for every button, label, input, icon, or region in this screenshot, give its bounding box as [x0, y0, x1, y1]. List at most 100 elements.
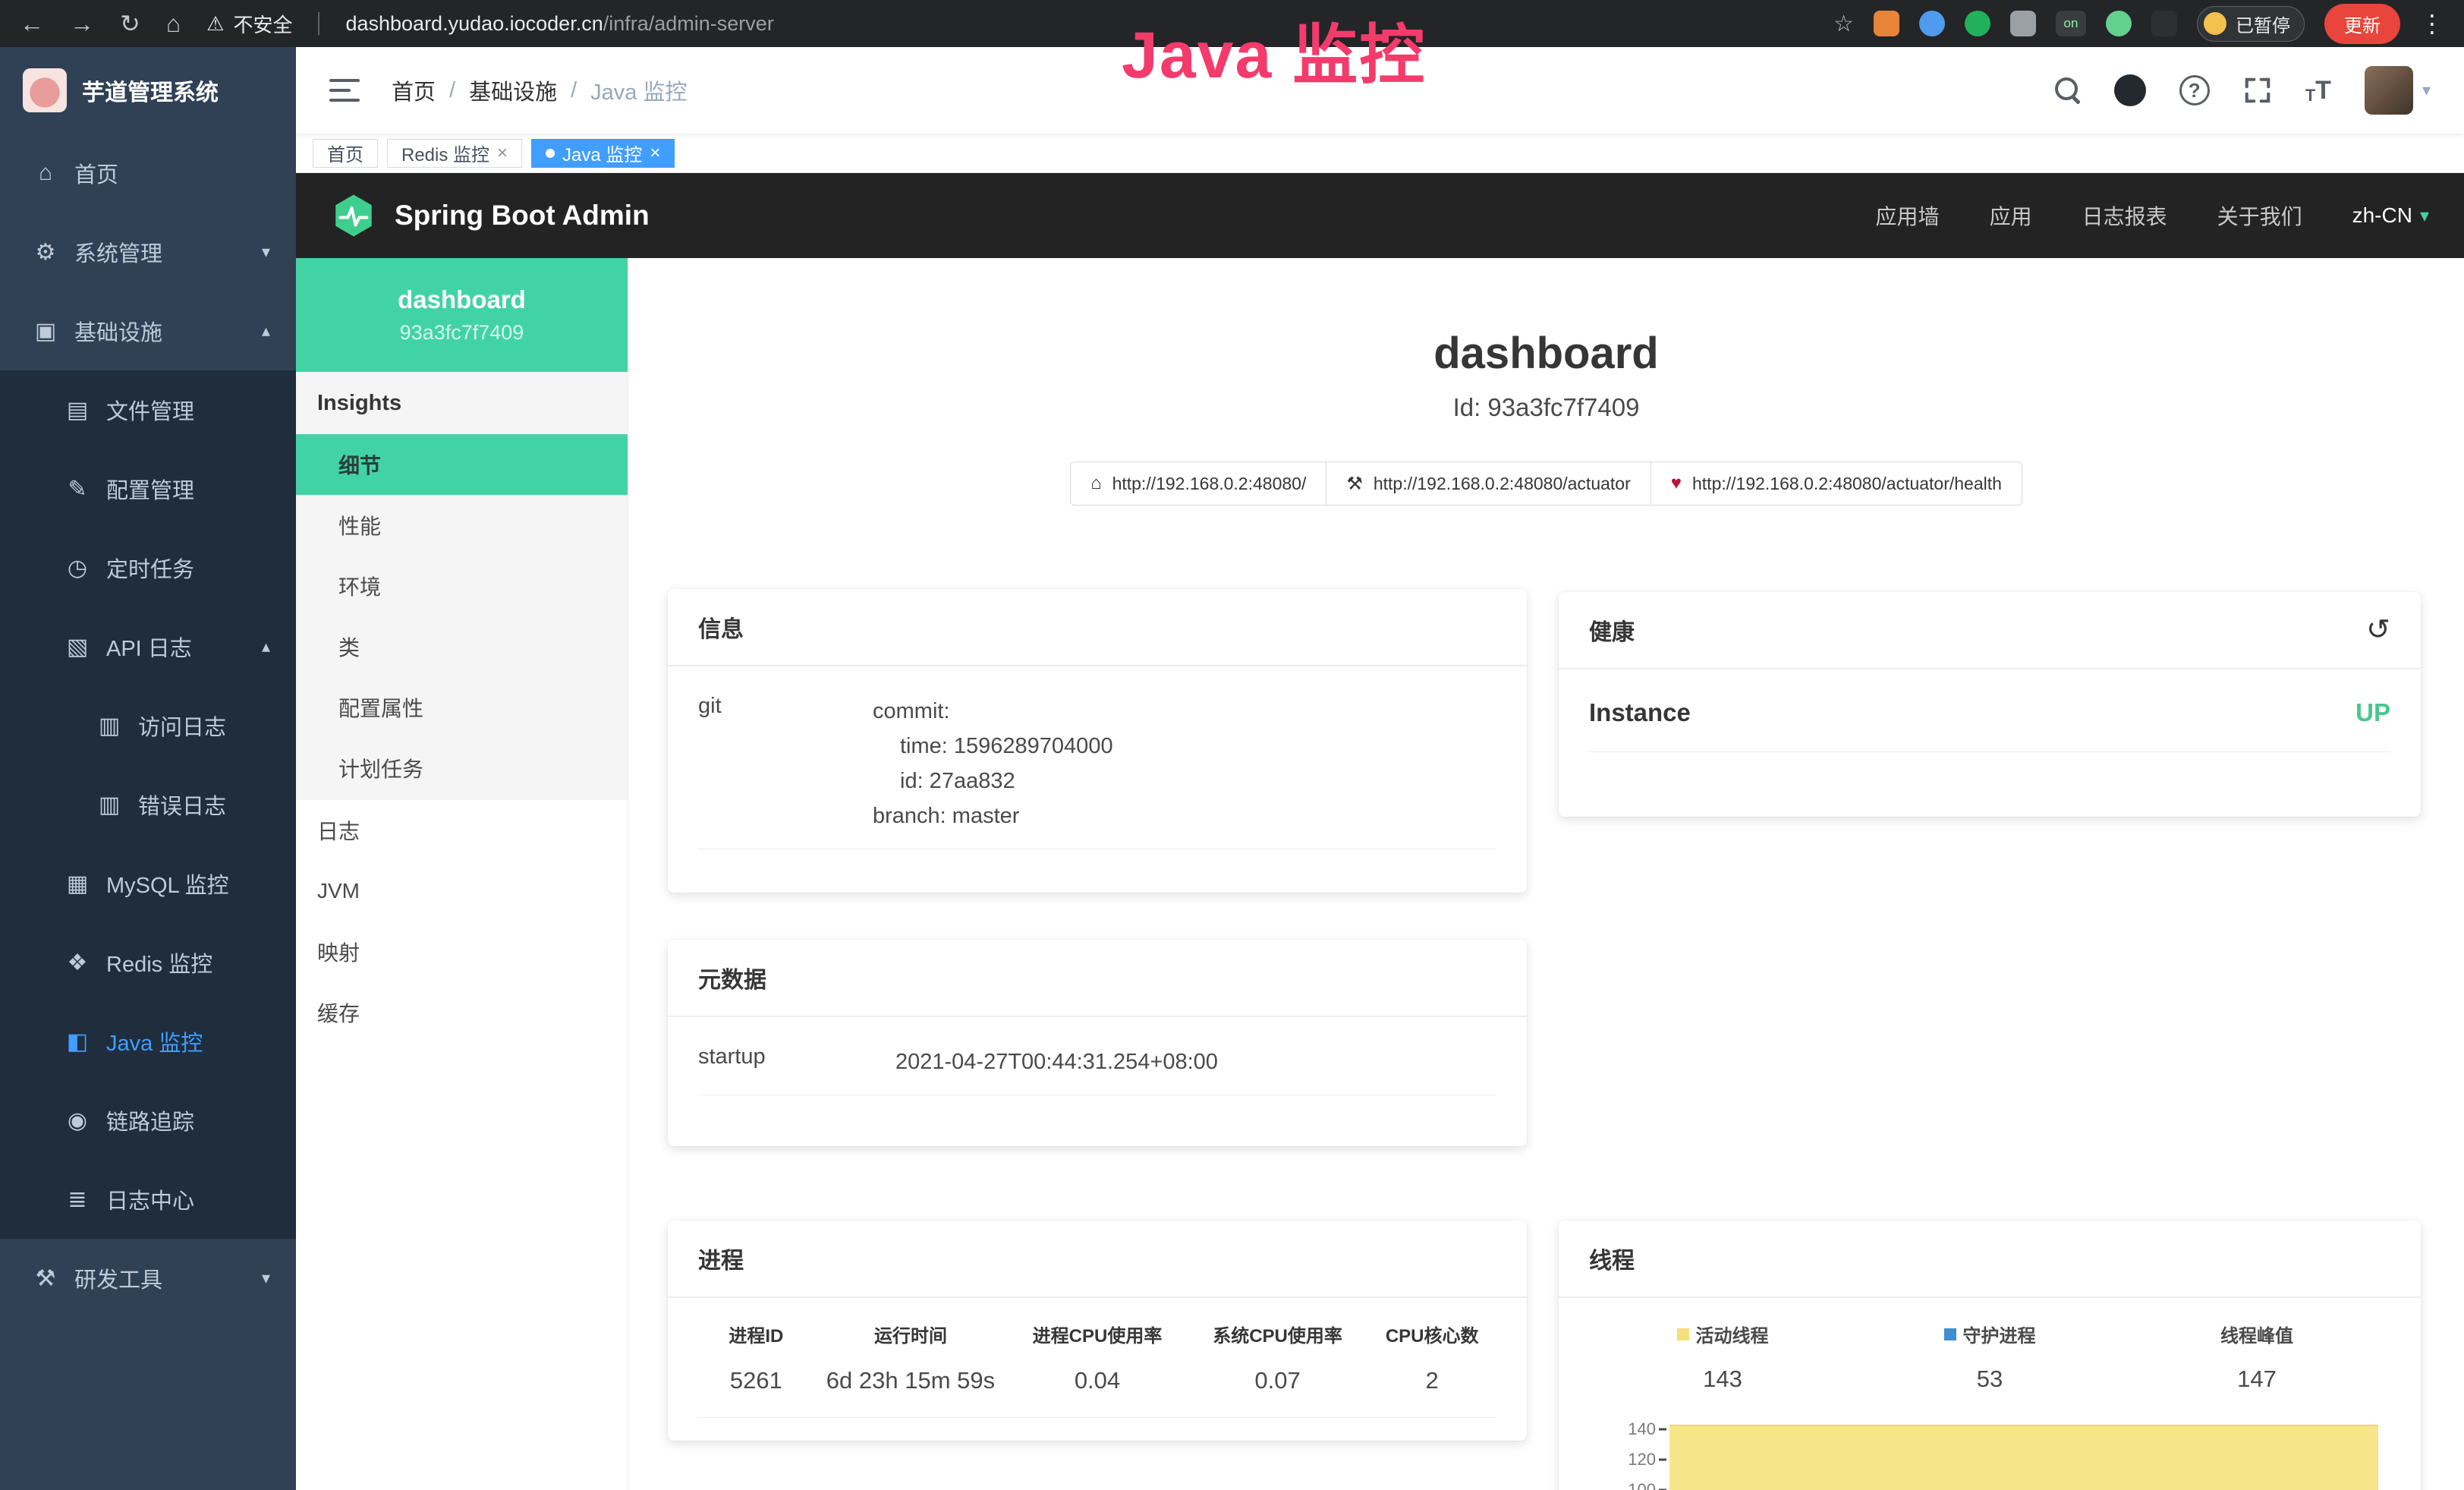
sidebar-item-java-monitor[interactable]: ◧ Java 监控: [0, 1002, 296, 1081]
sidebar-item-error-logs[interactable]: ▥ 错误日志: [0, 765, 296, 844]
sidebar-item-system-mgmt[interactable]: ⚙ 系统管理 ▾: [0, 213, 296, 291]
sidebar-item-home[interactable]: ⌂ 首页: [0, 134, 296, 213]
sba-item-classes[interactable]: 类: [296, 616, 628, 677]
info-key: git: [698, 694, 873, 833]
legend-label-text: 线程峰值: [2220, 1321, 2293, 1347]
url-domain: dashboard.yudao.iocoder.cn: [345, 12, 603, 35]
sba-nav-wallboard[interactable]: 应用墙: [1876, 200, 1940, 231]
process-col-pid: 进程ID 5261: [698, 1321, 814, 1394]
sba-nav-journal[interactable]: 日志报表: [2082, 200, 2167, 231]
sba-item-caches[interactable]: 缓存: [296, 982, 628, 1043]
actuator-url-button[interactable]: ⚒ http://192.168.0.2:48080/actuator: [1326, 461, 1651, 506]
fullscreen-icon[interactable]: [2243, 76, 2272, 105]
bookmark-star-icon[interactable]: ☆: [1833, 11, 1854, 37]
sidebar-item-label: 系统管理: [74, 236, 162, 268]
app-brand: 芋道管理系统: [82, 74, 219, 107]
sba-item-metrics[interactable]: 性能: [296, 495, 628, 556]
instance-header[interactable]: dashboard 93a3fc7f7409: [296, 258, 628, 372]
reload-icon[interactable]: ↻: [120, 9, 140, 38]
user-avatar-menu[interactable]: ▾: [2365, 66, 2431, 115]
y-axis-tick-label: 120: [1628, 1450, 1656, 1470]
sba-nav-about[interactable]: 关于我们: [2217, 200, 2302, 231]
home-icon[interactable]: ⌂: [166, 10, 181, 38]
extension-icon-1[interactable]: [1874, 11, 1899, 36]
clock-icon: ◷: [61, 555, 94, 581]
history-icon[interactable]: ↺: [2366, 616, 2390, 644]
url-bar[interactable]: dashboard.yudao.iocoder.cn/infra/admin-s…: [345, 12, 773, 36]
forward-icon[interactable]: →: [70, 10, 94, 38]
sidebar-item-mysql-monitor[interactable]: ▦ MySQL 监控: [0, 844, 296, 923]
brand-row[interactable]: 芋道管理系统: [0, 47, 296, 134]
close-icon[interactable]: ×: [497, 144, 508, 162]
sba-nav-applications[interactable]: 应用: [1990, 200, 2032, 231]
sidebar-item-label: 错误日志: [138, 789, 226, 821]
sidebar-item-file-mgmt[interactable]: ▤ 文件管理: [0, 370, 296, 449]
sba-header: Spring Boot Admin 应用墙 应用 日志报表 关于我们 zh-CN…: [296, 173, 2464, 258]
cell-value: 2: [1367, 1367, 1496, 1394]
extension-icon-4[interactable]: [2106, 11, 2132, 36]
site-security-chip[interactable]: ⚠ 不安全: [206, 10, 292, 38]
sba-item-jvm[interactable]: JVM: [296, 861, 628, 921]
search-icon[interactable]: [2055, 77, 2081, 103]
sidebar-item-scheduled-jobs[interactable]: ◷ 定时任务: [0, 528, 296, 607]
sba-brand[interactable]: Spring Boot Admin: [395, 200, 650, 232]
sidebar-item-label: MySQL 监控: [106, 868, 229, 899]
extension-icon-2[interactable]: [1919, 11, 1945, 36]
sidebar-item-api-logs[interactable]: ▧ API 日志 ▴: [0, 607, 296, 686]
legend-value: 143: [1589, 1366, 1856, 1393]
sba-item-config-props[interactable]: 配置属性: [296, 677, 628, 738]
column-header: CPU核心数: [1367, 1321, 1496, 1347]
chevron-up-icon: ▴: [262, 321, 270, 341]
font-size-icon[interactable]: TT: [2305, 76, 2331, 106]
health-url-button[interactable]: ♥ http://192.168.0.2:48080/actuator/heal…: [1651, 461, 2022, 506]
tab-java-monitor[interactable]: Java 监控 ×: [531, 139, 675, 168]
breadcrumb-separator: /: [571, 78, 577, 103]
sidebar-item-config-mgmt[interactable]: ✎ 配置管理: [0, 449, 296, 528]
sidebar-item-log-center[interactable]: ≣ 日志中心: [0, 1160, 296, 1239]
extension-icon-5[interactable]: [2151, 11, 2177, 36]
table-row[interactable]: Instance UP: [1589, 691, 2390, 752]
chrome-divider: [318, 12, 319, 35]
chrome-menu-icon[interactable]: ⋮: [2420, 9, 2444, 38]
sba-item-scheduled-tasks[interactable]: 计划任务: [296, 738, 628, 799]
profile-paused-badge[interactable]: 已暂停: [2197, 6, 2305, 42]
sba-item-logs[interactable]: 日志: [296, 800, 628, 861]
breadcrumb-infrastructure[interactable]: 基础设施: [469, 74, 557, 106]
url-path: /infra/admin-server: [603, 12, 774, 35]
sba-item-details[interactable]: 细节: [296, 434, 628, 495]
redis-icon: ❖: [61, 950, 94, 976]
chevron-down-icon: ▾: [2422, 80, 2431, 100]
close-icon[interactable]: ×: [650, 144, 660, 162]
back-icon[interactable]: ←: [20, 10, 44, 38]
legend-swatch-yellow: [1677, 1328, 1689, 1340]
tab-home[interactable]: 首页: [313, 139, 378, 168]
sidebar-item-dev-tools[interactable]: ⚒ 研发工具 ▾: [0, 1239, 296, 1318]
hamburger-icon[interactable]: [329, 79, 360, 102]
paused-label: 已暂停: [2236, 11, 2290, 37]
breadcrumb-home[interactable]: 首页: [392, 74, 436, 106]
tools-icon: ⚒: [29, 1265, 62, 1292]
github-icon[interactable]: [2114, 74, 2146, 106]
sidebar-item-access-logs[interactable]: ▥ 访问日志: [0, 686, 296, 765]
help-icon[interactable]: ?: [2179, 75, 2210, 106]
info-card: 信息 git commit: time: 1596289704000 id: 2…: [668, 589, 1527, 893]
sba-locale-select[interactable]: zh-CN ▾: [2352, 203, 2429, 228]
service-url-button[interactable]: ⌂ http://192.168.0.2:48080/: [1070, 461, 1326, 506]
extension-icon-3[interactable]: [1965, 11, 1990, 36]
sidebar-item-infrastructure[interactable]: ▣ 基础设施 ▴: [0, 291, 296, 370]
tab-redis-monitor[interactable]: Redis 监控 ×: [387, 139, 522, 168]
sba-item-environment[interactable]: 环境: [296, 556, 628, 616]
locale-label: zh-CN: [2352, 203, 2412, 228]
git-branch-line: branch: master: [873, 799, 1113, 833]
threads-card-body: 活动线程 143 守护进程 53 线程峰值: [1559, 1298, 2421, 1490]
sidebar-item-redis-monitor[interactable]: ❖ Redis 监控: [0, 923, 296, 1002]
sidebar-item-tracing[interactable]: ◉ 链路追踪: [0, 1081, 296, 1160]
file-icon: ▤: [61, 397, 94, 424]
extension-badge-on[interactable]: on: [2056, 11, 2086, 36]
table-row: startup 2021-04-27T00:44:31.254+08:00: [698, 1038, 1496, 1095]
page-title: dashboard: [628, 328, 2464, 379]
sba-item-mappings[interactable]: 映射: [296, 921, 628, 982]
sidebar-item-label: 访问日志: [138, 710, 226, 742]
chrome-update-button[interactable]: 更新: [2324, 4, 2400, 44]
puzzle-extension-icon[interactable]: [2010, 11, 2036, 36]
